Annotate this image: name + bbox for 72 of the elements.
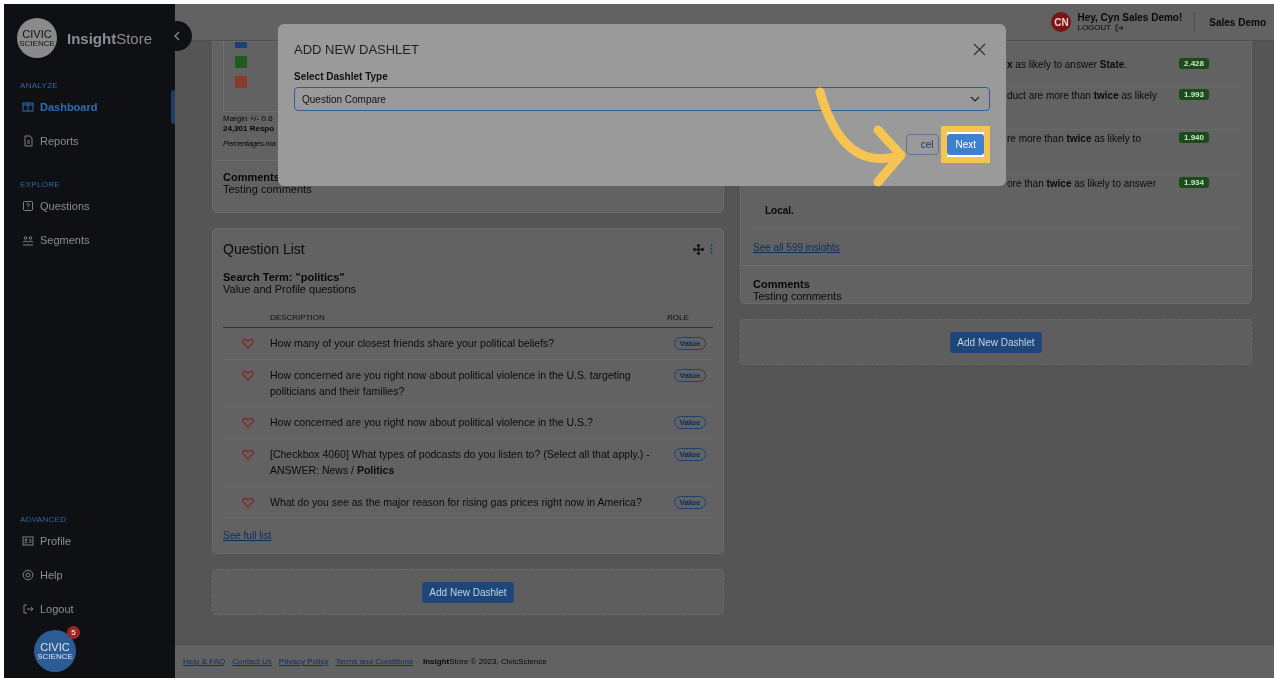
column-header: ROLE xyxy=(667,313,690,322)
comments-label: Comments xyxy=(223,171,280,183)
insight-text: duct are more than twice as likely xyxy=(1007,90,1158,101)
margin-text: Margin +/- 0.6 xyxy=(223,114,273,123)
note-text: Percentages ma xyxy=(223,139,276,148)
question-text[interactable]: How concerned are you right now about political violence in the U.S. targeting politicians and their families? xyxy=(270,367,667,400)
nav-item[interactable]: Reports xyxy=(4,124,175,158)
nav-item[interactable]: Dashboard xyxy=(4,90,175,124)
insight-text: ore than twice as likely to answer xyxy=(1007,178,1156,189)
account-name[interactable]: Sales Demo xyxy=(1201,16,1274,28)
see-full-list-link[interactable]: See full list xyxy=(223,530,272,542)
chevron-left-icon xyxy=(173,31,181,41)
comments-label: Comments xyxy=(753,278,810,290)
see-all-insights-link[interactable]: See all 599 insights xyxy=(753,242,840,253)
question-text[interactable]: How concerned are you right now about political violence in the U.S.? xyxy=(270,415,667,431)
nav-item[interactable]: Help xyxy=(4,558,175,592)
responses-text: 24,301 Respo xyxy=(223,124,275,133)
dialog-title: ADD NEW DASHLET xyxy=(294,42,419,57)
help-icon xyxy=(22,569,34,581)
heart-icon[interactable] xyxy=(242,417,254,429)
nav-item[interactable]: Questions xyxy=(4,189,175,223)
logo-text: SCIENCE xyxy=(19,39,55,48)
logout-link[interactable]: LOGOUT xyxy=(1077,23,1183,32)
dashlet-type-dropdown[interactable]: Question Compare xyxy=(294,87,990,111)
insight-text: re more than twice as likely to xyxy=(1007,133,1141,144)
chevron-down-icon xyxy=(970,96,980,102)
insight-text: x as likely to answer State. xyxy=(1007,59,1128,70)
field-label: Select Dashlet Type xyxy=(294,71,389,82)
copyright-text: InsightStore © 2023, CivicScience xyxy=(423,657,547,666)
logout-icon xyxy=(1115,23,1125,32)
search-term-text: Search Term: "politics" xyxy=(223,271,345,283)
doc-icon xyxy=(22,135,34,147)
heart-icon[interactable] xyxy=(242,496,254,508)
subtitle-text: Value and Profile questions xyxy=(223,283,357,295)
heart-icon[interactable] xyxy=(242,369,254,381)
kebab-menu-icon[interactable] xyxy=(710,244,713,254)
question-text[interactable]: [Checkbox 4060] What types of podcasts do you listen to? (Select all that apply.) - ANSWER: News / Politics xyxy=(270,447,667,479)
column-header: DESCRIPTION xyxy=(270,313,326,322)
nav-item[interactable]: Logout xyxy=(4,592,175,626)
question-text[interactable]: What do you see as the major reason for rising gas prices right now in America? xyxy=(270,494,667,511)
comments-text: Testing comments xyxy=(223,183,312,195)
footer-link[interactable]: Contact Us xyxy=(232,657,272,666)
insight-text: Local. xyxy=(764,204,794,218)
logo-text: CIVIC xyxy=(22,28,52,40)
add-dashlet-button[interactable]: Add New Dashlet xyxy=(422,581,514,603)
section-label: EXPLORE xyxy=(19,179,61,189)
brand-name: InsightStore xyxy=(67,29,153,47)
footer-link[interactable]: Terms and Conditions xyxy=(335,657,413,666)
add-dashlet-button[interactable]: Add New Dashlet xyxy=(950,331,1042,353)
comments-text: Testing comments xyxy=(753,290,842,302)
heart-icon[interactable] xyxy=(242,449,254,460)
notification-badge: 5 xyxy=(67,626,80,639)
user-avatar: CN xyxy=(1051,12,1072,32)
section-label: ADVANCED xyxy=(19,514,68,524)
out-icon xyxy=(22,603,34,615)
card-title: Question List xyxy=(223,241,306,257)
score-badge: 1.934 xyxy=(1178,177,1209,188)
footer-link[interactable]: Help & FAQ xyxy=(183,657,226,666)
question-text[interactable]: How many of your closest friends share your political beliefs? xyxy=(270,336,667,352)
nav-item[interactable]: Segments xyxy=(4,223,175,257)
nav-item[interactable]: Profile xyxy=(4,524,175,558)
score-badge: 1.993 xyxy=(1178,89,1209,100)
move-icon[interactable] xyxy=(693,243,704,255)
close-icon[interactable] xyxy=(973,43,986,56)
cancel-button[interactable]: cel xyxy=(905,134,940,155)
score-badge: 2.428 xyxy=(1178,58,1209,69)
greeting-text: Hey, Cyn Sales Demo! xyxy=(1077,12,1183,23)
section-label: ANALYZE xyxy=(19,80,59,90)
next-button[interactable]: Next xyxy=(947,134,984,155)
footer-link[interactable]: Privacy Policy xyxy=(278,657,329,666)
score-badge: 1.940 xyxy=(1178,132,1209,143)
heart-icon[interactable] xyxy=(242,338,254,349)
